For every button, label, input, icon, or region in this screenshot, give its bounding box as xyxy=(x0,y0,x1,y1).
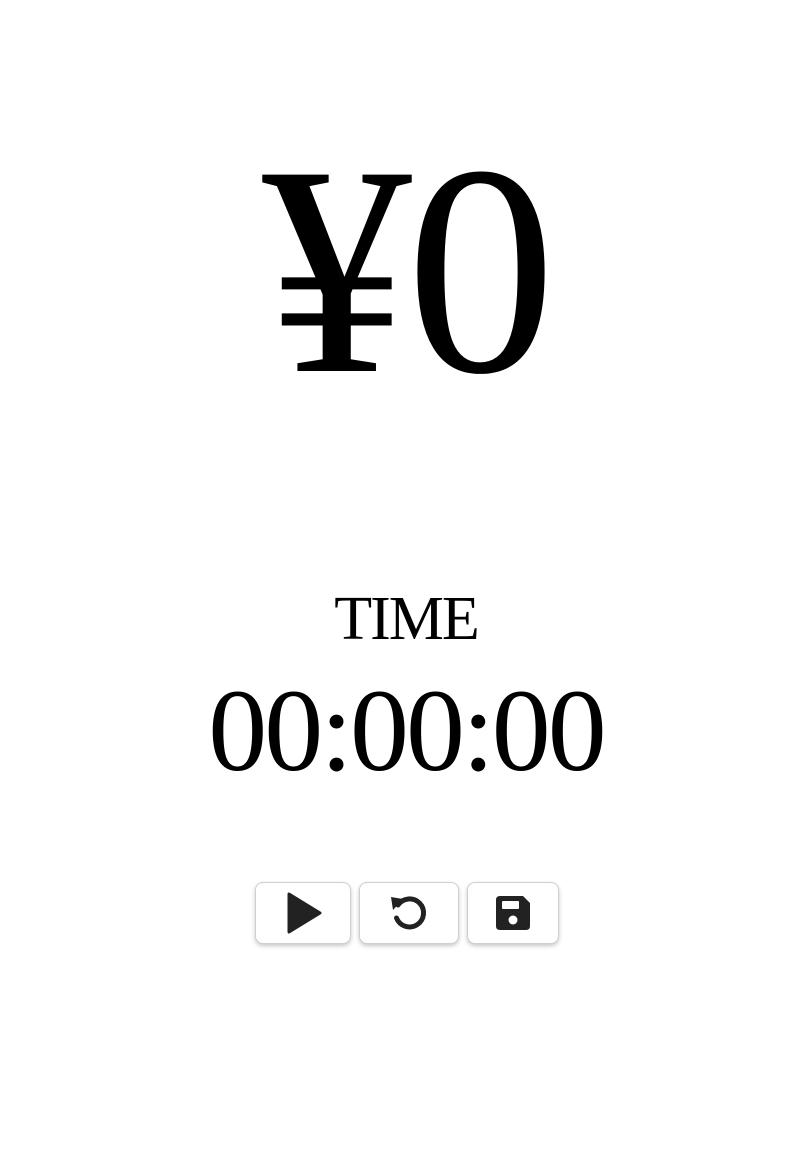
reset-button[interactable] xyxy=(359,882,459,944)
save-icon xyxy=(496,896,530,930)
play-button[interactable] xyxy=(255,882,351,944)
reset-icon xyxy=(391,896,426,930)
control-bar xyxy=(0,882,812,944)
amount-display: ¥0 xyxy=(262,104,556,436)
save-button[interactable] xyxy=(467,882,559,944)
play-icon xyxy=(287,892,322,934)
timer-display: 00:00:00 xyxy=(208,665,607,796)
time-label: TIME xyxy=(334,585,480,653)
